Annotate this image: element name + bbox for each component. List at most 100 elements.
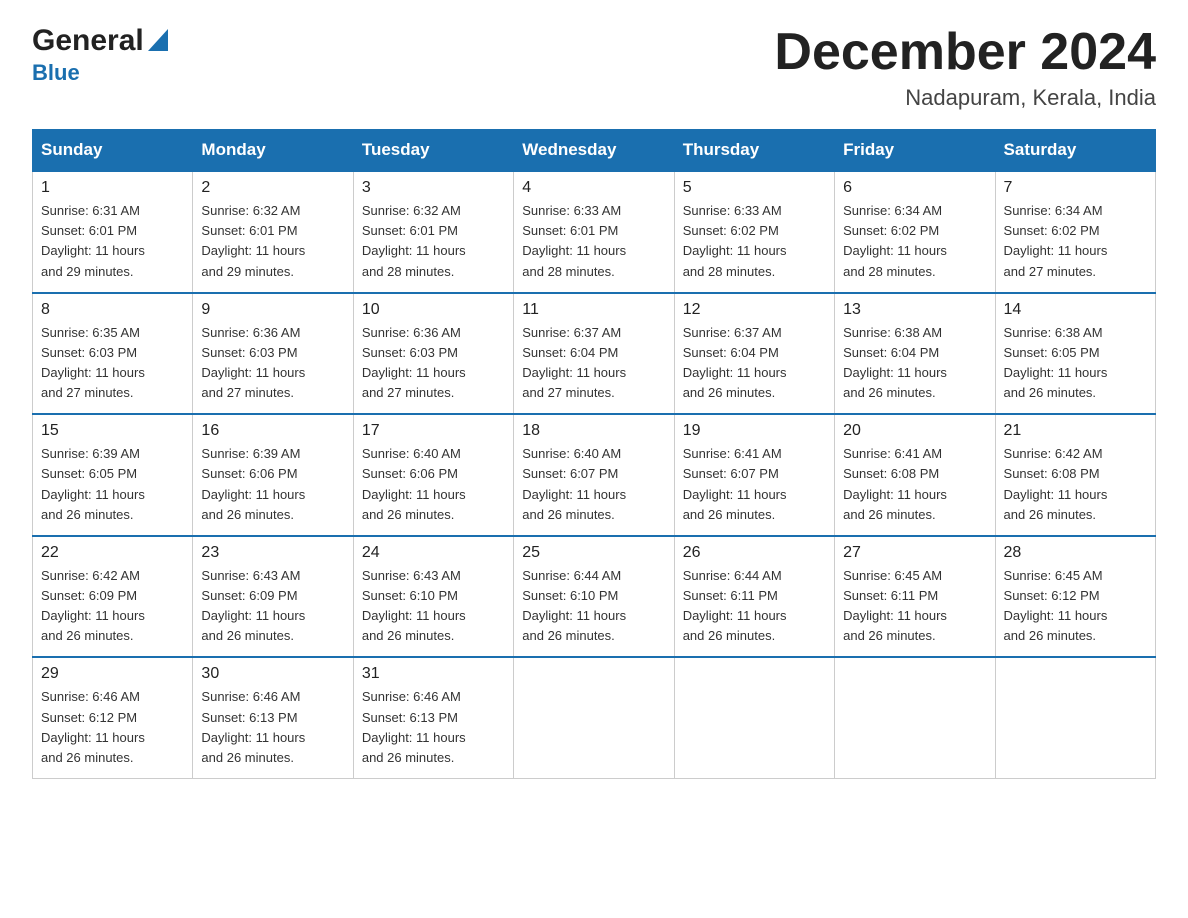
day-number: 30 (201, 665, 344, 683)
calendar-cell: 30 Sunrise: 6:46 AMSunset: 6:13 PMDayligh… (193, 657, 353, 778)
day-header-saturday: Saturday (995, 130, 1155, 172)
day-number: 8 (41, 301, 184, 319)
calendar-cell: 19 Sunrise: 6:41 AMSunset: 6:07 PMDayligh… (674, 414, 834, 536)
day-info: Sunrise: 6:46 AMSunset: 6:13 PMDaylight:… (201, 687, 344, 768)
day-info: Sunrise: 6:34 AMSunset: 6:02 PMDaylight:… (843, 201, 986, 282)
calendar-cell: 8 Sunrise: 6:35 AMSunset: 6:03 PMDaylight… (33, 293, 193, 415)
logo-icon: General (32, 24, 168, 58)
day-info: Sunrise: 6:44 AMSunset: 6:11 PMDaylight:… (683, 566, 826, 647)
day-info: Sunrise: 6:42 AMSunset: 6:09 PMDaylight:… (41, 566, 184, 647)
day-info: Sunrise: 6:38 AMSunset: 6:05 PMDaylight:… (1004, 323, 1147, 404)
calendar-week-row: 1Sunrise: 6:31 AMSunset: 6:01 PMDaylight… (33, 171, 1156, 293)
day-header-wednesday: Wednesday (514, 130, 674, 172)
day-number: 18 (522, 422, 665, 440)
day-number: 7 (1004, 179, 1147, 197)
day-info: Sunrise: 6:43 AMSunset: 6:10 PMDaylight:… (362, 566, 505, 647)
calendar-cell: 15 Sunrise: 6:39 AMSunset: 6:05 PMDayligh… (33, 414, 193, 536)
calendar-cell: 10Sunrise: 6:36 AMSunset: 6:03 PMDayligh… (353, 293, 513, 415)
day-number: 2 (201, 179, 344, 197)
day-number: 12 (683, 301, 826, 319)
calendar-cell: 13Sunrise: 6:38 AMSunset: 6:04 PMDayligh… (835, 293, 995, 415)
day-number: 17 (362, 422, 505, 440)
day-info: Sunrise: 6:35 AMSunset: 6:03 PMDaylight:… (41, 323, 184, 404)
day-number: 6 (843, 179, 986, 197)
day-info: Sunrise: 6:39 AMSunset: 6:06 PMDaylight:… (201, 444, 344, 525)
day-number: 25 (522, 544, 665, 562)
day-info: Sunrise: 6:36 AMSunset: 6:03 PMDaylight:… (201, 323, 344, 404)
day-info: Sunrise: 6:34 AMSunset: 6:02 PMDaylight:… (1004, 201, 1147, 282)
day-info: Sunrise: 6:41 AMSunset: 6:08 PMDaylight:… (843, 444, 986, 525)
calendar-cell (995, 657, 1155, 778)
day-number: 9 (201, 301, 344, 319)
calendar-cell: 14 Sunrise: 6:38 AMSunset: 6:05 PMDayligh… (995, 293, 1155, 415)
calendar-cell: 28Sunrise: 6:45 AMSunset: 6:12 PMDayligh… (995, 536, 1155, 658)
calendar-week-row: 15 Sunrise: 6:39 AMSunset: 6:05 PMDayligh… (33, 414, 1156, 536)
day-header-monday: Monday (193, 130, 353, 172)
day-number: 14 (1004, 301, 1147, 319)
day-number: 19 (683, 422, 826, 440)
calendar-cell: 20Sunrise: 6:41 AMSunset: 6:08 PMDayligh… (835, 414, 995, 536)
day-info: Sunrise: 6:32 AMSunset: 6:01 PMDaylight:… (362, 201, 505, 282)
calendar-cell: 23 Sunrise: 6:43 AMSunset: 6:09 PMDayligh… (193, 536, 353, 658)
day-info: Sunrise: 6:38 AMSunset: 6:04 PMDaylight:… (843, 323, 986, 404)
day-info: Sunrise: 6:37 AMSunset: 6:04 PMDaylight:… (522, 323, 665, 404)
day-header-thursday: Thursday (674, 130, 834, 172)
day-info: Sunrise: 6:43 AMSunset: 6:09 PMDaylight:… (201, 566, 344, 647)
calendar-week-row: 29Sunrise: 6:46 AMSunset: 6:12 PMDayligh… (33, 657, 1156, 778)
day-info: Sunrise: 6:32 AMSunset: 6:01 PMDaylight:… (201, 201, 344, 282)
day-info: Sunrise: 6:42 AMSunset: 6:08 PMDaylight:… (1004, 444, 1147, 525)
day-number: 21 (1004, 422, 1147, 440)
day-info: Sunrise: 6:46 AMSunset: 6:13 PMDaylight:… (362, 687, 505, 768)
calendar-cell: 12 Sunrise: 6:37 AMSunset: 6:04 PMDayligh… (674, 293, 834, 415)
day-info: Sunrise: 6:44 AMSunset: 6:10 PMDaylight:… (522, 566, 665, 647)
day-number: 24 (362, 544, 505, 562)
day-number: 15 (41, 422, 184, 440)
calendar-cell: 1Sunrise: 6:31 AMSunset: 6:01 PMDaylight… (33, 171, 193, 293)
calendar-cell: 4Sunrise: 6:33 AMSunset: 6:01 PMDaylight… (514, 171, 674, 293)
day-info: Sunrise: 6:40 AMSunset: 6:07 PMDaylight:… (522, 444, 665, 525)
calendar-cell: 2 Sunrise: 6:32 AMSunset: 6:01 PMDaylight… (193, 171, 353, 293)
calendar-cell: 26 Sunrise: 6:44 AMSunset: 6:11 PMDayligh… (674, 536, 834, 658)
day-number: 23 (201, 544, 344, 562)
day-number: 27 (843, 544, 986, 562)
calendar-cell: 27 Sunrise: 6:45 AMSunset: 6:11 PMDayligh… (835, 536, 995, 658)
calendar-table: SundayMondayTuesdayWednesdayThursdayFrid… (32, 129, 1156, 779)
calendar-cell: 6 Sunrise: 6:34 AMSunset: 6:02 PMDaylight… (835, 171, 995, 293)
calendar-cell: 21 Sunrise: 6:42 AMSunset: 6:08 PMDayligh… (995, 414, 1155, 536)
calendar-cell (835, 657, 995, 778)
day-number: 31 (362, 665, 505, 683)
calendar-cell: 22Sunrise: 6:42 AMSunset: 6:09 PMDayligh… (33, 536, 193, 658)
day-info: Sunrise: 6:37 AMSunset: 6:04 PMDaylight:… (683, 323, 826, 404)
day-info: Sunrise: 6:36 AMSunset: 6:03 PMDaylight:… (362, 323, 505, 404)
day-number: 29 (41, 665, 184, 683)
calendar-cell: 5 Sunrise: 6:33 AMSunset: 6:02 PMDaylight… (674, 171, 834, 293)
day-info: Sunrise: 6:45 AMSunset: 6:12 PMDaylight:… (1004, 566, 1147, 647)
calendar-cell: 25 Sunrise: 6:44 AMSunset: 6:10 PMDayligh… (514, 536, 674, 658)
calendar-cell: 9 Sunrise: 6:36 AMSunset: 6:03 PMDaylight… (193, 293, 353, 415)
logo-arrow-icon (148, 29, 168, 54)
calendar-cell (674, 657, 834, 778)
calendar-header-row: SundayMondayTuesdayWednesdayThursdayFrid… (33, 130, 1156, 172)
logo-blue-text: Blue (32, 60, 80, 86)
calendar-cell: 24 Sunrise: 6:43 AMSunset: 6:10 PMDayligh… (353, 536, 513, 658)
calendar-cell: 31 Sunrise: 6:46 AMSunset: 6:13 PMDayligh… (353, 657, 513, 778)
day-info: Sunrise: 6:41 AMSunset: 6:07 PMDaylight:… (683, 444, 826, 525)
calendar-cell: 29Sunrise: 6:46 AMSunset: 6:12 PMDayligh… (33, 657, 193, 778)
day-header-friday: Friday (835, 130, 995, 172)
location-title: Nadapuram, Kerala, India (774, 85, 1156, 111)
calendar-cell: 7 Sunrise: 6:34 AMSunset: 6:02 PMDaylight… (995, 171, 1155, 293)
calendar-week-row: 8 Sunrise: 6:35 AMSunset: 6:03 PMDaylight… (33, 293, 1156, 415)
day-header-sunday: Sunday (33, 130, 193, 172)
day-number: 3 (362, 179, 505, 197)
day-number: 5 (683, 179, 826, 197)
calendar-week-row: 22Sunrise: 6:42 AMSunset: 6:09 PMDayligh… (33, 536, 1156, 658)
logo: General Blue (32, 24, 168, 86)
calendar-cell: 11Sunrise: 6:37 AMSunset: 6:04 PMDayligh… (514, 293, 674, 415)
day-number: 26 (683, 544, 826, 562)
day-info: Sunrise: 6:33 AMSunset: 6:02 PMDaylight:… (683, 201, 826, 282)
day-info: Sunrise: 6:45 AMSunset: 6:11 PMDaylight:… (843, 566, 986, 647)
calendar-cell: 3 Sunrise: 6:32 AMSunset: 6:01 PMDaylight… (353, 171, 513, 293)
calendar-cell (514, 657, 674, 778)
day-info: Sunrise: 6:39 AMSunset: 6:05 PMDaylight:… (41, 444, 184, 525)
month-title: December 2024 (774, 24, 1156, 81)
